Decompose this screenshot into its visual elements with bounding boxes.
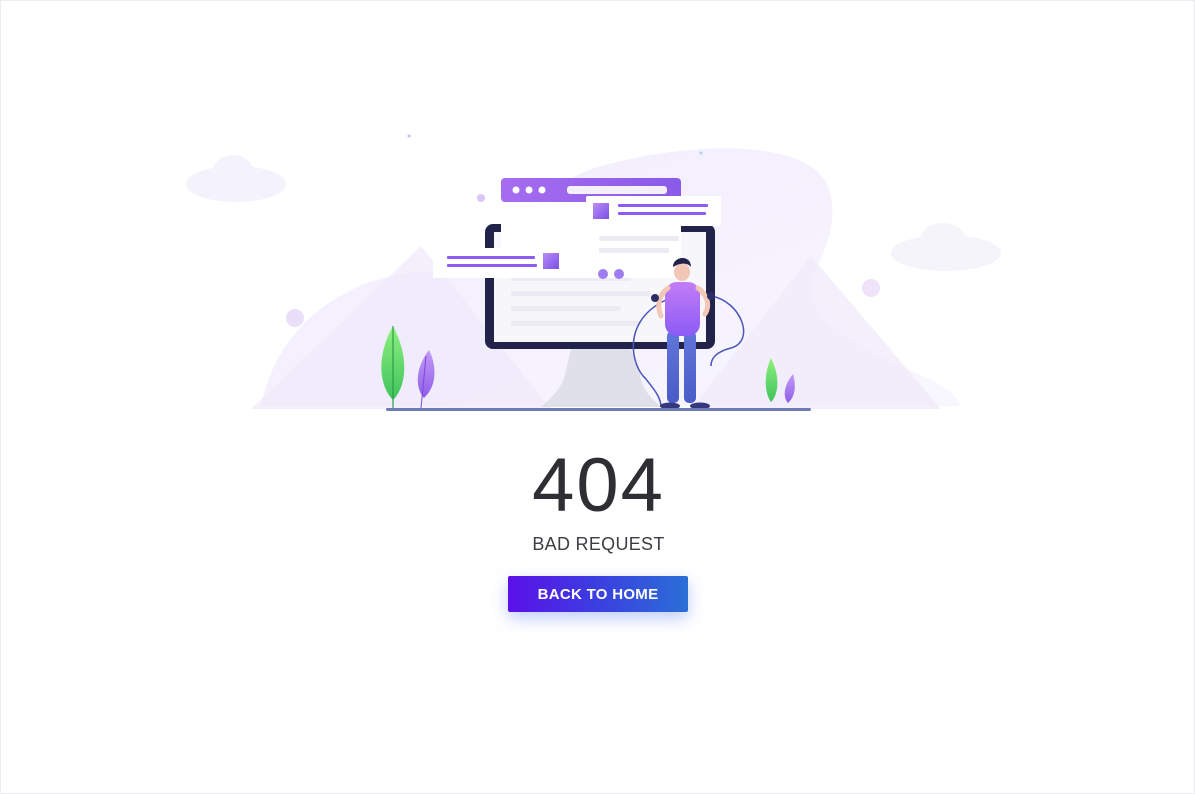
error-code: 404 (532, 443, 665, 528)
page-frame: 404 BAD REQUEST BACK TO HOME (0, 0, 1195, 794)
floating-card-icon (586, 196, 721, 226)
person-with-computer-icon (186, 134, 1001, 411)
floating-card-icon (433, 248, 568, 278)
back-to-home-button[interactable]: BACK TO HOME (508, 576, 688, 612)
error-message: BAD REQUEST (532, 534, 665, 554)
